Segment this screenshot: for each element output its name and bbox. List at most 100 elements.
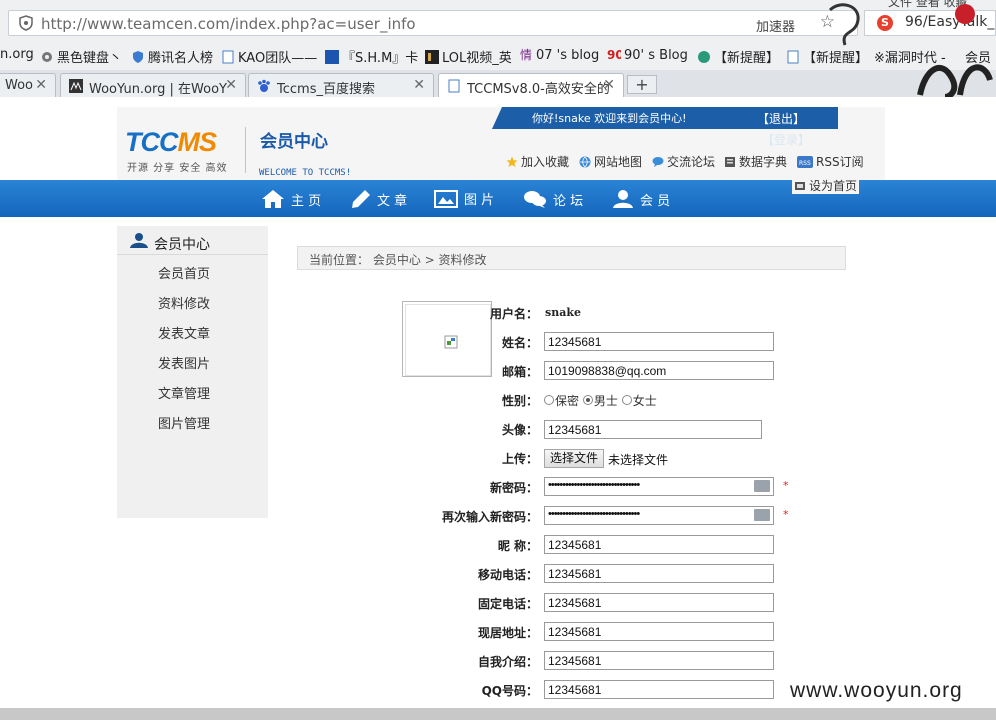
browser-tab[interactable]: Tccms_百度搜索 ✕ (248, 73, 434, 97)
gender-option-secret[interactable]: 保密 (544, 394, 579, 408)
rss-link[interactable]: RSS RSS订阅 (797, 153, 864, 170)
bookmark-star-icon[interactable]: ☆ (820, 12, 835, 32)
tab-label: Woo (5, 78, 33, 93)
data-dictionary-link[interactable]: 数据字典 (724, 153, 787, 170)
search-box[interactable]: S 96/EasyTalk_X (864, 10, 996, 36)
mobile-input[interactable] (544, 564, 774, 583)
radio-icon (544, 395, 554, 405)
logout-link[interactable]: 【退出】 (757, 110, 805, 127)
header-divider (245, 127, 246, 173)
email-input[interactable] (544, 361, 774, 380)
upload-label: 上传： (501, 452, 538, 466)
bookmark-item[interactable]: 90 90' s Blog (607, 47, 688, 63)
phone-input[interactable] (544, 593, 774, 612)
blog-icon: 情 (520, 48, 532, 61)
required-mark: * (783, 508, 789, 521)
gender-option-female[interactable]: 女士 (621, 394, 657, 408)
username-label: 用户名： (489, 307, 538, 321)
wooyun-logo-icon (69, 79, 83, 93)
login-link[interactable]: 【登录】 (762, 131, 810, 148)
sitemap-link[interactable]: 网站地图 (579, 153, 642, 170)
bookmark-item[interactable]: ※漏洞时代 - (874, 47, 946, 66)
qq-input[interactable] (544, 680, 774, 699)
breadcrumb: 当前位置： 会员中心 > 资料修改 (297, 246, 846, 270)
forum-link[interactable]: 交流论坛 (652, 153, 715, 170)
sidebar-item-manage-articles[interactable]: 文章管理 (158, 383, 210, 402)
bookmark-item[interactable]: n.org (0, 47, 34, 62)
bookmark-item[interactable]: 黑色键盘丶 (40, 47, 122, 66)
radio-icon (621, 395, 632, 405)
nav-forum[interactable]: 论 坛 (523, 189, 583, 209)
browser-tab-active[interactable]: TCCMSv8.0-高效安全的 ✕ (438, 73, 624, 97)
menu-bar[interactable]: 文件 查看 收藏 (888, 0, 968, 10)
realname-input[interactable] (544, 332, 774, 351)
intro-input[interactable] (544, 651, 774, 670)
nav-articles[interactable]: 文 章 (351, 189, 407, 209)
sidebar-item-manage-pictures[interactable]: 图片管理 (158, 413, 210, 432)
address-input[interactable] (544, 622, 774, 641)
shield-icon (698, 51, 710, 63)
baidu-paw-icon (258, 79, 270, 92)
nav-pictures[interactable]: 图 片 (434, 189, 494, 208)
member-sidebar: 会员中心 会员首页 资料修改 发表文章 发表图片 文章管理 图片管理 (117, 226, 268, 518)
qq-label: QQ号码： (481, 684, 538, 698)
bookmark-item[interactable]: KAO团队—— (221, 47, 317, 66)
svg-text:RSS: RSS (799, 160, 811, 167)
avatar-input[interactable] (544, 420, 762, 439)
address-bar[interactable]: http://www.teamcen.com/index.php?ac=user… (8, 10, 858, 36)
nickname-label: 昵 称： (497, 539, 538, 553)
choose-file-button[interactable]: 选择文件 (544, 449, 605, 468)
realname-label: 姓名： (501, 336, 538, 350)
user-icon (613, 190, 633, 208)
bottom-scroll-strip (0, 708, 996, 720)
sidebar-header: 会员中心 (117, 226, 268, 255)
gender-label: 性别： (501, 394, 538, 408)
close-tab-icon[interactable]: ✕ (603, 77, 615, 93)
close-tab-icon[interactable]: ✕ (413, 77, 425, 93)
keyboard-icon[interactable] (754, 480, 770, 492)
set-homepage-link[interactable]: 设为首页 (792, 177, 860, 194)
password-mask: •••••••••••••••••••••••••••••••• (548, 508, 640, 520)
new-password-input[interactable]: •••••••••••••••••••••••••••••••• (544, 477, 774, 496)
close-tab-icon[interactable]: ✕ (35, 77, 47, 93)
site-logo[interactable]: TCCMS (125, 127, 217, 158)
nickname-input[interactable] (544, 535, 774, 554)
tab-label: WooYun.org | 在WooY (89, 82, 227, 97)
bookmark-item[interactable]: LOL视频_英 (425, 47, 512, 66)
nav-home[interactable]: 主 页 (261, 189, 321, 209)
add-favorite-link[interactable]: 加入收藏 (506, 153, 569, 170)
new-tab-button[interactable]: + (627, 75, 657, 94)
page-icon (222, 50, 234, 64)
speedup-button[interactable]: 加速器 (756, 16, 795, 35)
confirm-password-input[interactable]: •••••••••••••••••••••••••••••••• (544, 506, 774, 525)
blog-icon: 90 (607, 48, 621, 61)
sidebar-item-member-home[interactable]: 会员首页 (158, 263, 210, 282)
page-icon (448, 79, 460, 93)
sidebar-item-post-article[interactable]: 发表文章 (158, 323, 210, 342)
email-label: 邮箱： (501, 365, 538, 379)
bookmark-item[interactable]: 会员 (965, 47, 991, 66)
browser-tab[interactable]: Woo ✕ (0, 73, 56, 97)
sidebar-item-post-picture[interactable]: 发表图片 (158, 353, 210, 372)
star-icon (506, 156, 518, 167)
address-label: 现居地址： (477, 626, 538, 640)
svg-text:90: 90 (607, 48, 621, 61)
bookmark-item[interactable]: 『S.H.M』卡 (325, 47, 418, 66)
svg-text:情: 情 (520, 48, 532, 61)
keyboard-icon[interactable] (754, 509, 770, 521)
bookmark-item[interactable]: 腾讯名人榜 (131, 47, 213, 66)
gender-radio-group: 保密 男士 女士 (544, 392, 657, 409)
sidebar-title: 会员中心 (154, 237, 210, 253)
bookmark-item[interactable]: 【新提醒】 (697, 47, 779, 66)
bookmark-item[interactable]: 【新提醒】 (786, 47, 868, 66)
nav-member[interactable]: 会 员 (612, 189, 670, 209)
gender-option-male[interactable]: 男士 (582, 394, 618, 408)
site-logo-icon (325, 50, 339, 64)
browser-tab[interactable]: WooYun.org | 在WooY ✕ (60, 73, 246, 97)
bookmark-item[interactable]: 情 07 's blog (519, 47, 599, 63)
close-tab-icon[interactable]: ✕ (225, 77, 237, 93)
sidebar-item-edit-profile[interactable]: 资料修改 (158, 293, 210, 312)
avatar-label: 头像： (501, 423, 538, 437)
bar-corner (492, 107, 512, 129)
breadcrumb-text: 当前位置： 会员中心 > 资料修改 (309, 253, 487, 267)
